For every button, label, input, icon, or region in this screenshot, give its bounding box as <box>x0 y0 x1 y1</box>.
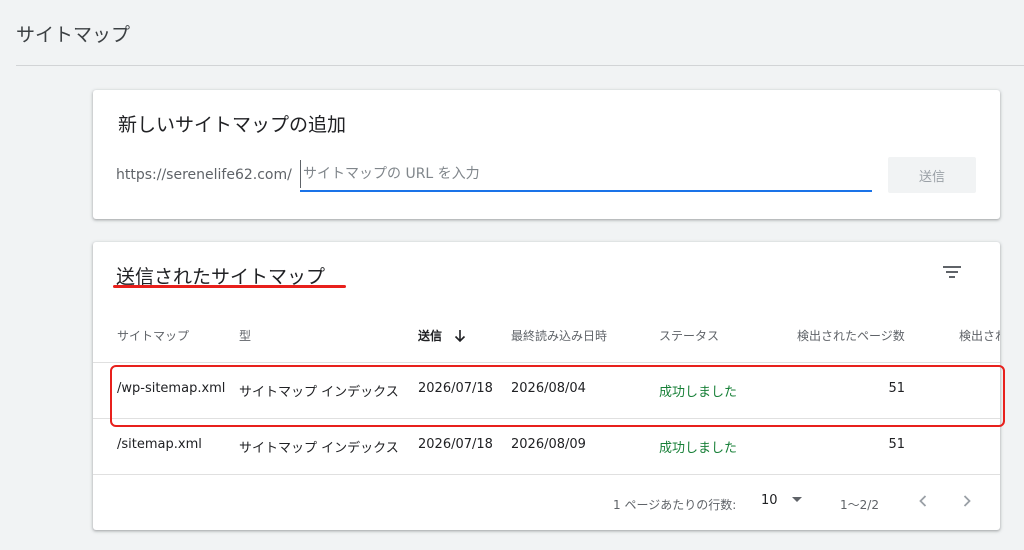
table-row[interactable]: /wp-sitemap.xml サイトマップ インデックス 2026/07/18… <box>93 363 1000 418</box>
page-title: サイトマップ <box>16 24 131 46</box>
column-header-sitemap[interactable]: サイトマップ <box>117 327 189 344</box>
filter-icon[interactable] <box>941 262 963 282</box>
rows-per-page-value: 10 <box>761 493 778 508</box>
cell-pages: 51 <box>888 381 905 396</box>
rows-per-page-label: 1 ページあたりの行数: <box>613 498 737 512</box>
column-header-more[interactable]: 検出され <box>959 327 1000 344</box>
cell-submitted: 2026/07/18 <box>418 381 493 396</box>
sitemap-url-field <box>300 160 875 192</box>
table-row[interactable]: /sitemap.xml サイトマップ インデックス 2026/07/18 20… <box>93 419 1000 474</box>
cell-sitemap: /wp-sitemap.xml <box>117 381 226 396</box>
url-prefix: https://serenelife62.com/ <box>116 167 292 183</box>
cell-status: 成功しました <box>659 385 738 400</box>
add-sitemap-card: 新しいサイトマップの追加 https://serenelife62.com/ 送… <box>93 90 1000 219</box>
cell-last-read: 2026/08/09 <box>511 437 586 452</box>
chevron-left-icon[interactable] <box>911 489 935 513</box>
row-divider <box>93 474 1000 475</box>
cell-last-read: 2026/08/04 <box>511 381 586 396</box>
caret-down-icon <box>791 497 802 502</box>
column-header-pages[interactable]: 検出されたページ数 <box>797 327 905 344</box>
submitted-sitemaps-card: 送信されたサイトマップ サイトマップ 型 送信 最終読み込み日時 ステータス 検… <box>93 242 1000 530</box>
chevron-right-icon[interactable] <box>955 489 979 513</box>
add-sitemap-heading: 新しいサイトマップの追加 <box>118 114 347 136</box>
cell-sitemap: /sitemap.xml <box>117 437 202 452</box>
cell-pages: 51 <box>888 437 905 452</box>
column-header-last-read[interactable]: 最終読み込み日時 <box>511 327 607 344</box>
column-header-status[interactable]: ステータス <box>659 327 719 344</box>
submit-button[interactable]: 送信 <box>888 157 976 193</box>
cell-type: サイトマップ インデックス <box>239 441 399 456</box>
cell-type: サイトマップ インデックス <box>239 385 399 400</box>
cell-submitted: 2026/07/18 <box>418 437 493 452</box>
column-header-type[interactable]: 型 <box>239 327 251 344</box>
cell-status: 成功しました <box>659 441 738 456</box>
sitemap-url-input[interactable] <box>300 160 875 188</box>
arrow-down-icon <box>455 330 466 343</box>
pagination-range: 1〜2/2 <box>840 498 879 512</box>
column-header-submitted-label: 送信 <box>418 329 443 343</box>
rows-per-page-select[interactable]: 10 <box>761 493 802 513</box>
header-divider <box>16 65 1024 66</box>
annotation-underline <box>113 285 346 288</box>
column-header-submitted[interactable]: 送信 <box>418 327 466 344</box>
